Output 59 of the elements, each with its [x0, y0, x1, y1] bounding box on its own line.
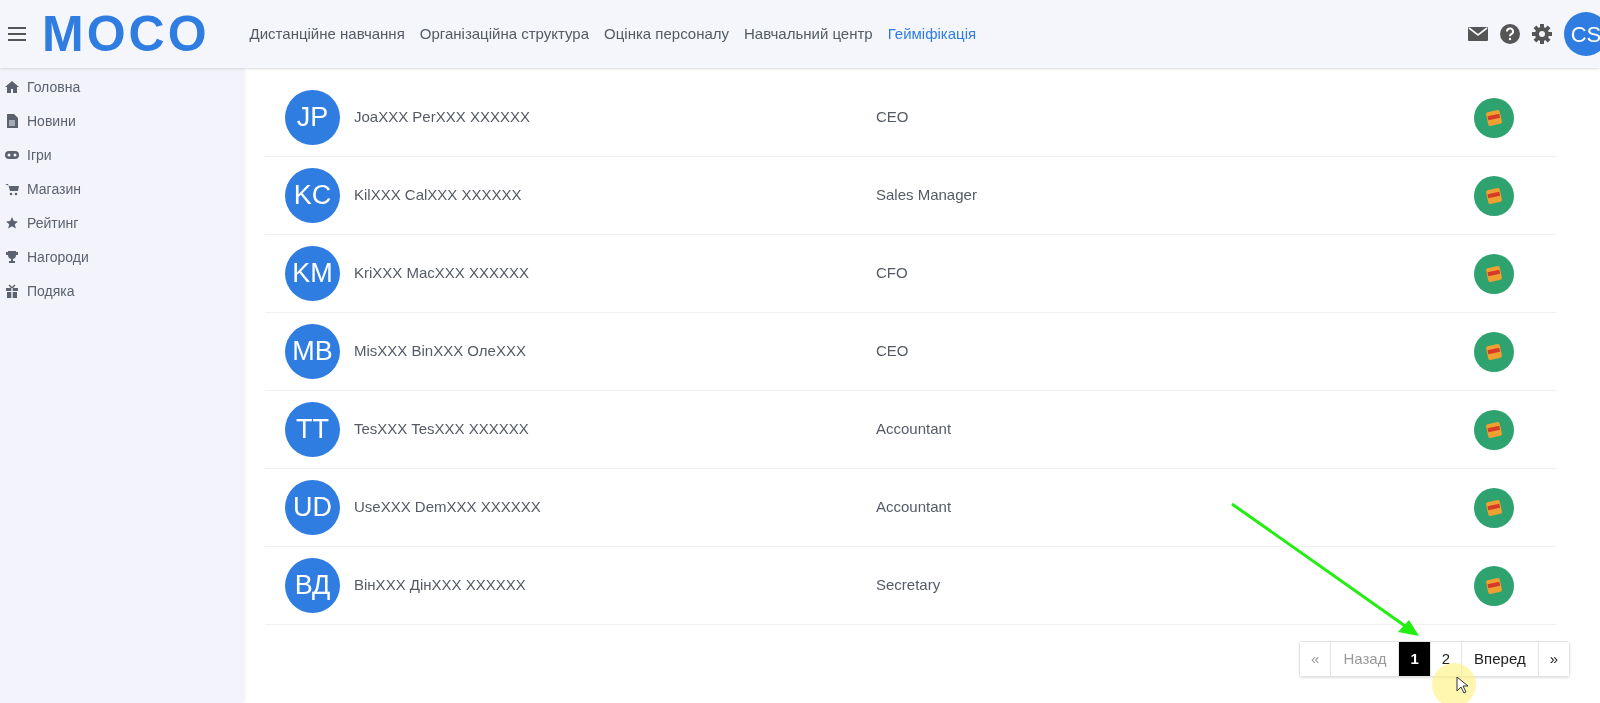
nav-link[interactable]: Навчальний центр [744, 22, 873, 46]
badge-icon[interactable] [1474, 97, 1514, 138]
job-position: Secretary [876, 575, 942, 596]
trophy-icon [5, 250, 19, 264]
help-icon[interactable] [1500, 24, 1520, 44]
settings-icon[interactable] [1532, 24, 1552, 44]
home-icon [5, 80, 19, 94]
sidebar-item[interactable]: Магазин [0, 172, 243, 206]
mouse-cursor-icon [1456, 676, 1468, 694]
gamepad-icon [5, 148, 19, 162]
user-avatar: TT [285, 402, 340, 457]
gift-icon [5, 284, 19, 298]
badge-icon[interactable] [1474, 565, 1514, 606]
employee-name: MisXXX BinXXX ОлеXXX [354, 341, 527, 362]
user-avatar: KM [285, 246, 340, 301]
cart-icon [5, 182, 19, 196]
sidebar-item[interactable]: Подяка [0, 274, 243, 308]
pagination-button[interactable]: 1 [1398, 642, 1430, 676]
pagination-button[interactable]: » [1537, 642, 1569, 676]
logo[interactable]: MOCO [42, 9, 210, 59]
badge-icon[interactable] [1474, 409, 1514, 450]
job-position: Accountant [876, 419, 953, 440]
nav-link[interactable]: Гейміфікація [887, 22, 977, 46]
nav-link[interactable]: Дистанційне навчання [249, 22, 405, 46]
sidebar-item[interactable]: Ігри [0, 138, 243, 172]
employee-name: TesXXX TesXXX XXXXXX [354, 419, 530, 440]
user-avatar: ВД [285, 558, 340, 613]
cursor-highlight [1432, 663, 1476, 703]
badge-icon[interactable] [1474, 253, 1514, 294]
sidebar-item[interactable]: Рейтинг [0, 206, 243, 240]
employee-name: ВінXXX ДінXXX XXXXXX [354, 575, 527, 596]
nav-link[interactable]: Організаційна структура [419, 22, 590, 46]
nav-link[interactable]: Оцінка персоналу [604, 22, 730, 46]
user-avatar: UD [285, 480, 340, 535]
job-position: CEO [876, 107, 910, 128]
user-avatar[interactable]: CS [1564, 12, 1600, 56]
employee-name: KriXXX MacXXX XXXXXX [354, 263, 531, 284]
user-avatar: MB [285, 324, 340, 379]
badge-icon[interactable] [1474, 331, 1514, 372]
pagination-button[interactable]: 2 [1429, 642, 1462, 676]
job-position: CFO [876, 263, 909, 284]
pagination-button[interactable]: Вперед [1461, 642, 1538, 676]
employee-name: UseXXX DemXXX XXXXXX [354, 497, 542, 518]
sidebar-item[interactable]: Головна [0, 70, 243, 104]
job-position: Accountant [876, 497, 953, 518]
user-avatar: JP [285, 90, 340, 145]
employee-name: JoaXXX PerXXX XXXXXX [354, 107, 531, 128]
badge-icon[interactable] [1474, 175, 1514, 216]
job-position: Sales Manager [876, 185, 978, 206]
sidebar-item[interactable]: Новини [0, 104, 243, 138]
badge-icon[interactable] [1474, 487, 1514, 528]
employee-name: KilXXX CalXXX XXXXXX [354, 185, 523, 206]
job-position: CEO [876, 341, 910, 362]
document-icon [5, 114, 19, 128]
user-avatar: KC [285, 168, 340, 223]
star-icon [5, 216, 19, 230]
menu-icon [8, 27, 26, 41]
sidebar-item[interactable]: Нагороди [0, 240, 243, 274]
mail-icon[interactable] [1468, 27, 1488, 41]
